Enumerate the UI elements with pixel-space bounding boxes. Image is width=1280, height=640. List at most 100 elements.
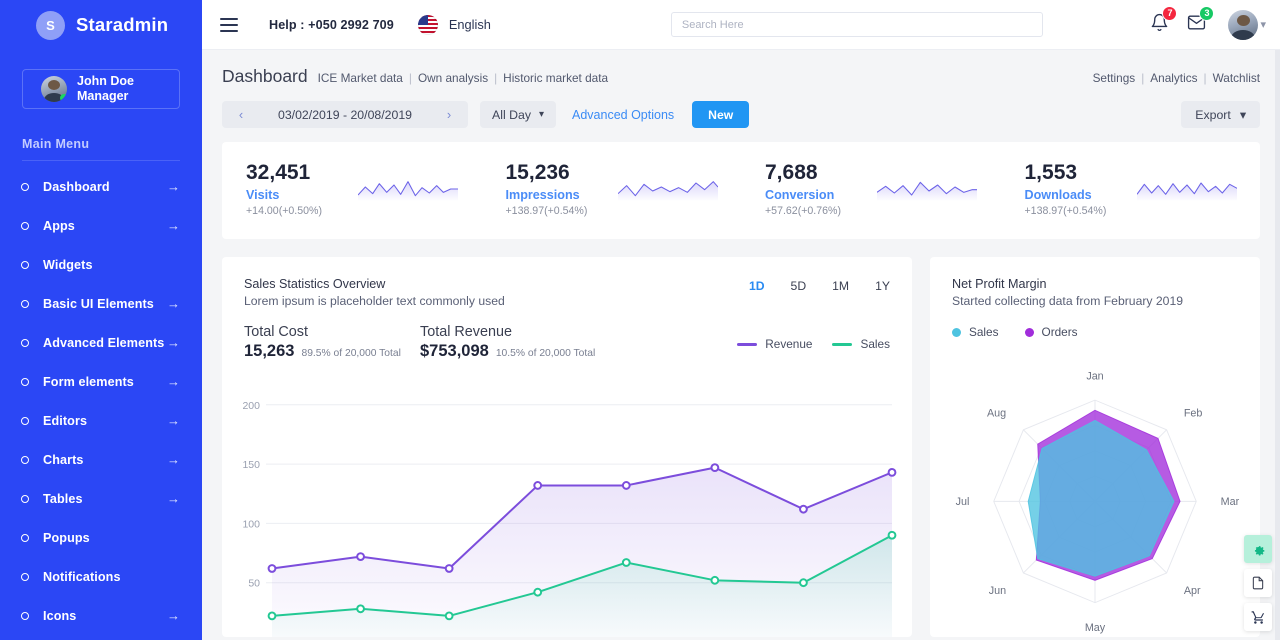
breadcrumb-item[interactable]: ICE Market data	[318, 71, 403, 85]
panel-subtitle: Started collecting data from February 20…	[952, 294, 1184, 309]
advanced-options-link[interactable]: Advanced Options	[572, 108, 674, 122]
cart-icon	[1251, 610, 1264, 624]
breadcrumb: ICE Market data | Own analysis | Historic ma…	[318, 71, 608, 85]
breadcrumb-separator: |	[408, 71, 412, 85]
tab-1m[interactable]: 1M	[832, 279, 849, 293]
total-cost-note: 89.5% of 20,000 Total	[301, 348, 401, 360]
legend-swatch	[832, 342, 853, 346]
sidebar-user-card[interactable]: John Doe Manager	[22, 69, 180, 109]
search-input[interactable]	[670, 12, 1043, 37]
panels-row: Sales Statistics Overview Lorem ipsum is…	[222, 257, 1260, 638]
online-status-icon	[60, 94, 67, 102]
sidebar-item-advanced-elements[interactable]: Advanced Elements →	[0, 323, 202, 362]
stat-value: 7,688	[765, 161, 818, 184]
stat-value: 15,236	[505, 161, 570, 184]
document-float-button[interactable]	[1244, 569, 1272, 597]
language-selector[interactable]: English	[449, 17, 491, 32]
sparkline-chart	[877, 181, 977, 200]
sidebar-item-form-elements[interactable]: Form elements →	[0, 362, 202, 401]
tab-1y[interactable]: 1Y	[875, 279, 890, 293]
prev-range-icon[interactable]: ‹	[230, 107, 252, 122]
tab-1d[interactable]: 1D	[749, 279, 765, 293]
breadcrumb-separator: |	[494, 71, 498, 85]
header-link-analytics[interactable]: Analytics	[1150, 71, 1197, 85]
profile-menu[interactable]: ▾	[1224, 9, 1266, 40]
stat-value: 1,553	[1024, 161, 1078, 184]
search-wrapper	[670, 12, 1043, 37]
sidebar-item-label: Charts	[43, 452, 84, 467]
export-label: Export	[1195, 107, 1231, 122]
messages-button[interactable]: 3	[1187, 5, 1215, 37]
user-meta: John Doe Manager	[77, 74, 134, 104]
bullet-icon	[21, 533, 29, 542]
sidebar-item-popups[interactable]: Popups	[0, 518, 202, 557]
avatar	[41, 76, 67, 102]
page-header-links: Settings | Analytics | Watchlist	[1093, 71, 1260, 85]
settings-float-button[interactable]	[1244, 535, 1272, 563]
legend-item-sales: Sales	[832, 337, 890, 351]
total-cost-value: 15,263	[244, 342, 295, 361]
stat-value: 32,451	[246, 161, 311, 184]
sidebar-item-widgets[interactable]: Widgets	[0, 245, 202, 284]
bullet-icon	[21, 455, 29, 464]
legend-item-sales: Sales	[952, 325, 999, 339]
total-revenue-block: Total Revenue $753,098 10.5% of 20,000 T…	[420, 324, 596, 361]
sidebar-item-label: Basic UI Elements	[43, 296, 154, 311]
floating-action-buttons	[1244, 535, 1272, 631]
new-button[interactable]: New	[692, 101, 750, 128]
arrow-right-icon: →	[167, 452, 180, 467]
day-filter-dropdown[interactable]: All Day ▾	[480, 101, 557, 128]
date-range-value: 03/02/2019 - 20/08/2019	[278, 107, 413, 122]
export-dropdown[interactable]: Export ▾	[1181, 101, 1260, 128]
next-range-icon[interactable]: ›	[438, 107, 460, 122]
topbar: Help : +050 2992 709 English 7	[202, 0, 1280, 50]
stat-texts: 15,236 Impressions +138.97(+0.54%)	[506, 160, 602, 217]
legend-label: Sales	[860, 337, 890, 352]
tab-5d[interactable]: 5D	[791, 279, 807, 293]
sidebar-item-basic-ui-elements[interactable]: Basic UI Elements →	[0, 284, 202, 323]
notifications-button[interactable]: 7	[1150, 5, 1178, 37]
topbar-actions: 7 3 ▾	[1150, 5, 1266, 40]
brand[interactable]: S Staradmin	[0, 0, 202, 50]
total-revenue-label: Total Revenue	[420, 324, 512, 341]
main-area: Help : +050 2992 709 English 7	[202, 0, 1280, 640]
menu-toggle-icon[interactable]	[220, 17, 238, 32]
net-profit-margin-panel: Net Profit Margin Started collecting dat…	[930, 257, 1260, 638]
svg-text:May: May	[1085, 622, 1106, 634]
sidebar-item-label: Popups	[43, 530, 90, 545]
svg-text:Feb: Feb	[1184, 407, 1203, 419]
stat-texts: 1,553 Downloads +138.97(+0.54%)	[1025, 160, 1121, 217]
sidebar-item-apps[interactable]: Apps →	[0, 206, 202, 245]
stat-card-downloads: 1,553 Downloads +138.97(+0.54%)	[1001, 160, 1261, 217]
sparkline-chart	[1136, 182, 1237, 200]
sidebar-item-editors[interactable]: Editors →	[0, 401, 202, 440]
breadcrumb-item[interactable]: Own analysis	[418, 71, 488, 85]
svg-text:200: 200	[242, 400, 260, 412]
breadcrumb-item[interactable]: Historic market data	[503, 71, 608, 85]
stat-delta: +14.00(+0.50%)	[246, 205, 322, 218]
sidebar-item-dashboard[interactable]: Dashboard →	[0, 167, 202, 206]
brand-logo-icon: S	[36, 10, 65, 40]
sidebar-item-tables[interactable]: Tables →	[0, 479, 202, 518]
sparkline-chart	[617, 180, 718, 200]
header-link-settings[interactable]: Settings	[1093, 71, 1136, 85]
stat-label: Conversion	[765, 188, 835, 203]
cart-float-button[interactable]	[1244, 603, 1272, 631]
chevron-down-icon: ▾	[538, 109, 545, 120]
sidebar-item-label: Form elements	[43, 374, 134, 389]
stats-card-row: 32,451 Visits +14.00(+0.50%) 15,236 Impressi…	[222, 142, 1261, 240]
header-link-watchlist[interactable]: Watchlist	[1213, 71, 1260, 85]
us-flag-icon[interactable]	[417, 14, 438, 35]
sidebar-item-notifications[interactable]: Notifications	[0, 557, 202, 596]
radar-legend: Sales Orders	[952, 325, 1238, 339]
sidebar-item-icons[interactable]: Icons →	[0, 596, 202, 635]
legend-label: Sales	[969, 325, 999, 340]
page-scrollbar[interactable]	[1275, 50, 1280, 640]
user-role: Manager	[77, 89, 129, 103]
sidebar-item-charts[interactable]: Charts →	[0, 440, 202, 479]
user-name: John Doe	[77, 74, 134, 89]
date-range-picker[interactable]: ‹ 03/02/2019 - 20/08/2019 ›	[222, 101, 469, 128]
svg-text:Jun: Jun	[989, 585, 1006, 597]
bullet-icon	[21, 221, 29, 230]
stat-delta: +138.97(+0.54%)	[505, 205, 588, 218]
